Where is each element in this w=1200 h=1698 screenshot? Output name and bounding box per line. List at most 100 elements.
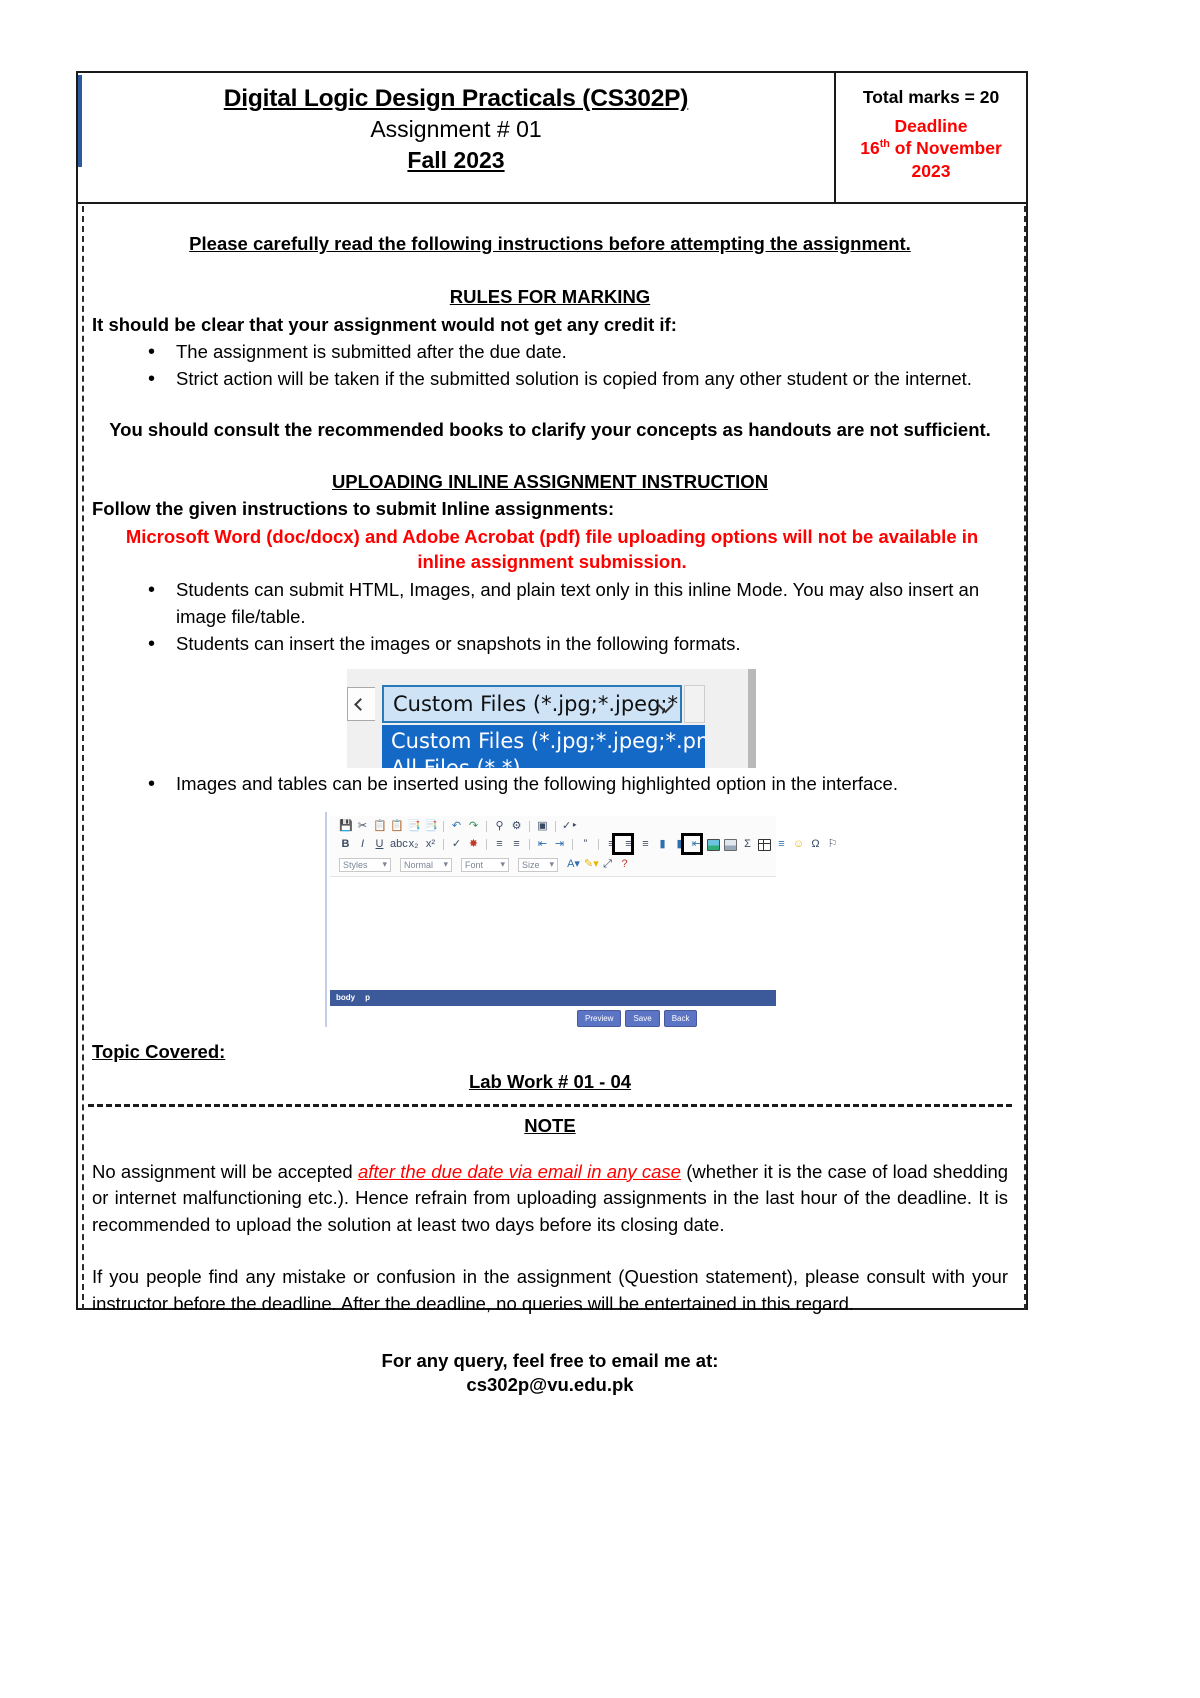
- horizontal-rule-icon[interactable]: ≡: [775, 839, 788, 850]
- toolbar-separator: [443, 821, 444, 833]
- combo-scroll-button[interactable]: [684, 685, 705, 724]
- document-page: Digital Logic Design Practicals (CS302P)…: [0, 0, 1200, 1698]
- preview-button[interactable]: Preview: [577, 1009, 622, 1027]
- back-button[interactable]: Back: [663, 1009, 698, 1027]
- styles-dropdown[interactable]: Styles ▾: [339, 857, 391, 872]
- paragraph-format-dropdown[interactable]: Normal ▾: [400, 857, 452, 872]
- remove-format-icon[interactable]: ✓: [450, 839, 463, 850]
- spellcheck-icon[interactable]: ✓‣: [562, 821, 578, 832]
- size-dropdown[interactable]: Size ▾: [518, 857, 558, 872]
- deadline-month: of November: [889, 138, 1002, 159]
- toolbar-row-format: B I U abc x₂ x² ✓ ✸ ≡ ≡ ⇤ ⇥ ” ≡ ≡ ≡ ▮ ▮ …: [339, 837, 839, 853]
- cut-icon[interactable]: ✂: [356, 821, 369, 832]
- topic-covered-label: Topic Covered:: [92, 1040, 226, 1062]
- font-dropdown[interactable]: Font ▾: [461, 857, 509, 872]
- header-table: Digital Logic Design Practicals (CS302P)…: [78, 73, 1026, 204]
- bg-color-icon[interactable]: ✎▾: [584, 859, 599, 870]
- about-icon[interactable]: ?: [618, 859, 631, 870]
- element-path-body[interactable]: body: [336, 993, 355, 1002]
- deadline-day-suffix: th: [879, 138, 890, 151]
- underline-icon[interactable]: U: [373, 839, 386, 850]
- insert-image-highlight-box: [612, 832, 634, 855]
- assignment-number: Assignment # 01: [370, 116, 542, 143]
- chevron-down-icon: ▾: [549, 859, 554, 870]
- credit-line: It should be clear that your assignment …: [92, 314, 677, 335]
- section-divider: [88, 1103, 1012, 1107]
- flash-icon[interactable]: [724, 838, 737, 851]
- toolbar-separator: [529, 821, 530, 833]
- document-frame: Digital Logic Design Practicals (CS302P)…: [76, 71, 1028, 1395]
- toolbar-separator: [486, 839, 487, 851]
- editor-element-path: body p: [330, 989, 776, 1006]
- save-icon[interactable]: 💾: [339, 821, 353, 832]
- deadline-label: Deadline: [894, 115, 968, 136]
- paste-icon[interactable]: 📋: [390, 821, 404, 832]
- page-break-icon[interactable]: ⚐: [826, 839, 839, 850]
- justify-icon[interactable]: ▮: [656, 839, 669, 850]
- numbered-list-icon[interactable]: ≡: [493, 839, 506, 850]
- undo-icon[interactable]: ↶: [450, 821, 463, 832]
- editor-action-buttons: Preview Save Back: [577, 1009, 698, 1027]
- editor-toolbar: 💾 ✂ 📋 📋 📑 📑 ↶ ↷ ⚲ ⚙ ▣ ✓‣ B I U abc x₂ x²…: [330, 815, 837, 876]
- special-char-icon[interactable]: Ω: [809, 839, 822, 850]
- select-all-icon[interactable]: ▣: [536, 821, 549, 832]
- text-color-icon[interactable]: ✸: [467, 839, 480, 850]
- toolbar-separator: [486, 821, 487, 833]
- copy-icon[interactable]: 📋: [373, 821, 387, 832]
- deadline-year: 2023: [911, 160, 951, 181]
- subscript-icon[interactable]: x₂: [407, 839, 420, 850]
- insert-image-icon[interactable]: [707, 838, 720, 851]
- dropdown-option-all-files[interactable]: All Files (*.*): [382, 755, 705, 769]
- toolbar-row-dropdowns: Styles ▾ Normal ▾ Font ▾ Size ▾ A▾ ✎▾ ⤢ ?: [339, 857, 631, 873]
- list-item: Images and tables can be inserted using …: [148, 770, 1012, 799]
- redo-icon[interactable]: ↷: [467, 821, 480, 832]
- font-dropdown-label: Font: [465, 859, 484, 870]
- superscript-icon[interactable]: x²: [424, 839, 437, 850]
- rules-heading: RULES FOR MARKING: [449, 286, 651, 307]
- insert-table-icon[interactable]: [758, 838, 771, 851]
- save-button[interactable]: Save: [625, 1009, 660, 1027]
- toolbar-row-clipboard: 💾 ✂ 📋 📋 📑 📑 ↶ ↷ ⚲ ⚙ ▣ ✓‣: [339, 819, 578, 835]
- rules-list: The assignment is submitted after the du…: [88, 338, 1012, 394]
- bold-icon[interactable]: B: [339, 839, 352, 850]
- element-path-p[interactable]: p: [365, 993, 370, 1002]
- styles-dropdown-label: Styles: [343, 859, 368, 870]
- list-item: Students can insert the images or snapsh…: [148, 630, 1012, 659]
- uploading-heading: UPLOADING INLINE ASSIGNMENT INSTRUCTION: [331, 470, 769, 492]
- paste-word-icon[interactable]: 📑: [424, 821, 438, 832]
- dropdown-option-custom-files[interactable]: Custom Files (*.jpg;*.jpeg;*.png;*.bmp;*…: [382, 725, 705, 758]
- consult-line: You should consult the recommended books…: [109, 418, 991, 440]
- outdent-icon[interactable]: ⇤: [536, 839, 549, 850]
- text-color-icon[interactable]: A▾: [567, 859, 580, 870]
- header-title-cell: Digital Logic Design Practicals (CS302P)…: [78, 73, 834, 202]
- toolbar-separator: [529, 839, 530, 851]
- find-icon[interactable]: ⚲: [493, 821, 506, 832]
- indent-icon[interactable]: ⇥: [553, 839, 566, 850]
- deadline-day: 16: [860, 138, 880, 159]
- file-type-combobox[interactable]: Custom Files (*.jpg;*.jpeg;*.png: [382, 685, 682, 724]
- file-type-selected-value: Custom Files (*.jpg;*.jpeg;*.png: [393, 692, 680, 717]
- toolbar-separator: [443, 839, 444, 851]
- strikethrough-icon[interactable]: abc: [390, 839, 408, 850]
- dialog-side-button: [347, 687, 375, 722]
- toolbar-separator: [555, 821, 556, 833]
- editor-content-area[interactable]: [330, 875, 776, 990]
- maximize-icon[interactable]: ⤢: [601, 859, 614, 870]
- replace-icon[interactable]: ⚙: [510, 821, 523, 832]
- deadline-date: 16th of November: [842, 137, 1020, 159]
- blockquote-icon[interactable]: ”: [579, 839, 592, 850]
- align-right-icon[interactable]: ≡: [639, 839, 652, 850]
- formula-icon[interactable]: Σ: [741, 839, 754, 850]
- chevron-down-icon: ▾: [443, 859, 448, 870]
- paragraph-format-label: Normal: [404, 859, 434, 870]
- bulleted-list-icon[interactable]: ≡: [510, 839, 523, 850]
- note-paragraph-1: No assignment will be accepted after the…: [88, 1159, 1012, 1239]
- chevron-down-icon: ▾: [382, 859, 387, 870]
- italic-icon[interactable]: I: [356, 839, 369, 850]
- smiley-icon[interactable]: ☺: [792, 839, 805, 850]
- paste-text-icon[interactable]: 📑: [407, 821, 421, 832]
- term-label: Fall 2023: [407, 147, 505, 174]
- scrollbar[interactable]: [748, 669, 756, 769]
- editor-toolbar-screenshot: 💾 ✂ 📋 📋 📑 📑 ↶ ↷ ⚲ ⚙ ▣ ✓‣ B I U abc x₂ x²…: [325, 811, 837, 1027]
- note-paragraph-2: If you people find any mistake or confus…: [92, 1266, 1008, 1315]
